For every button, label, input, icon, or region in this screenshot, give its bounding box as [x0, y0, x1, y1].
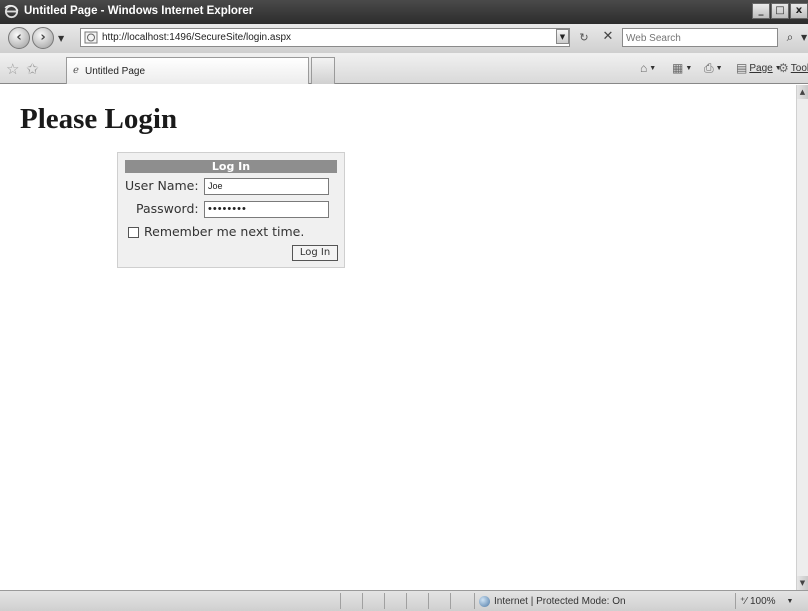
login-button[interactable]: Log In [292, 245, 338, 261]
scroll-down-icon[interactable]: ▼ [797, 576, 808, 590]
chevron-down-icon[interactable]: ▼ [649, 65, 656, 72]
add-favorites-icon[interactable]: ✩ [26, 60, 39, 78]
status-segment [450, 593, 470, 609]
zoom-level: 100% [749, 595, 776, 607]
security-zone[interactable]: Internet | Protected Mode: On [474, 593, 626, 609]
recent-pages-dropdown-icon[interactable]: ▼ [58, 34, 64, 43]
stop-icon[interactable]: ✕ [598, 28, 618, 47]
address-dropdown-button[interactable]: ▼ [556, 29, 569, 44]
zoom-icon: ⁺⁄ [740, 595, 747, 607]
address-bar[interactable]: http://localhost:1496/SecureSite/login.a… [80, 28, 570, 47]
login-header: Log In [125, 160, 337, 173]
chevron-down-icon[interactable]: ▼ [716, 65, 723, 72]
username-field[interactable]: Joe [204, 178, 329, 195]
status-segment [362, 593, 382, 609]
window-controls: _ □ x [752, 3, 808, 19]
close-button[interactable]: x [790, 3, 808, 19]
tools-menu-label: Tools [790, 62, 808, 74]
search-icon[interactable]: ⌕ [780, 28, 800, 47]
login-panel: Log In User Name: Joe Password: ••••••••… [117, 152, 345, 268]
search-options-dropdown-icon[interactable]: ▼ [801, 33, 807, 42]
search-box[interactable] [622, 28, 778, 47]
globe-icon [479, 595, 490, 607]
scroll-up-icon[interactable]: ▲ [797, 85, 808, 99]
page-icon: ▤ [736, 61, 748, 75]
maximize-button[interactable]: □ [771, 3, 789, 19]
tab-bar: ☆ ✩ ℯ Untitled Page ⌂ ▼ ▦ ▼ ⎙ ▼ ▤ Page ▼ ⚙ … [0, 53, 808, 84]
home-icon: ⌂ [640, 61, 648, 75]
back-button[interactable]: ‹ [8, 27, 30, 49]
page-menu-label: Page [749, 62, 773, 74]
remember-me-checkbox[interactable] [128, 227, 139, 238]
remember-me-label[interactable]: Remember me next time. [144, 224, 304, 239]
tools-menu-button[interactable]: ⚙ Tools [778, 61, 808, 75]
page-icon [84, 31, 98, 44]
address-toolbar: ‹ › ▼ http://localhost:1496/SecureSite/l… [0, 24, 808, 53]
printer-icon: ⎙ [704, 61, 714, 75]
favorites-star-icon[interactable]: ☆ [6, 60, 19, 78]
status-segment [406, 593, 426, 609]
search-input[interactable] [626, 30, 776, 46]
vertical-scrollbar[interactable]: ▲ ▼ [796, 85, 808, 590]
gear-icon: ⚙ [778, 61, 789, 75]
ie-logo-icon [4, 4, 19, 19]
chevron-down-icon[interactable]: ▼ [787, 598, 794, 605]
status-segment [384, 593, 404, 609]
page-title: Please Login [20, 103, 178, 135]
window-title: Untitled Page - Windows Internet Explore… [24, 5, 254, 17]
tab-untitled-page[interactable]: ℯ Untitled Page [66, 57, 309, 84]
password-field[interactable]: •••••••• [204, 201, 329, 218]
status-bar: Internet | Protected Mode: On ⁺⁄ 100% ▼ [0, 590, 808, 611]
title-bar: Untitled Page - Windows Internet Explore… [0, 0, 808, 24]
page-menu-button[interactable]: ▤ Page ▼ [736, 61, 782, 75]
forward-button[interactable]: › [32, 27, 54, 49]
refresh-icon[interactable]: ↻ [574, 28, 594, 47]
new-tab-button[interactable] [311, 57, 335, 84]
print-button[interactable]: ⎙ ▼ [704, 61, 723, 76]
rss-feed-icon: ▦ [672, 61, 684, 75]
ie-page-icon: ℯ [73, 65, 79, 76]
security-zone-label: Internet | Protected Mode: On [494, 595, 626, 607]
password-label: Password: [136, 201, 199, 216]
status-segment [428, 593, 448, 609]
page-content: Please Login Log In User Name: Joe Passw… [8, 85, 796, 590]
status-segment [340, 593, 360, 609]
home-button[interactable]: ⌂ ▼ [640, 61, 656, 75]
feeds-button[interactable]: ▦ ▼ [672, 61, 692, 75]
minimize-button[interactable]: _ [752, 3, 770, 19]
username-label: User Name: [125, 178, 199, 193]
tab-label: Untitled Page [85, 66, 146, 77]
chevron-down-icon[interactable]: ▼ [685, 65, 692, 72]
url-text[interactable]: http://localhost:1496/SecureSite/login.a… [102, 32, 291, 43]
zoom-control[interactable]: ⁺⁄ 100% ▼ [735, 593, 793, 609]
